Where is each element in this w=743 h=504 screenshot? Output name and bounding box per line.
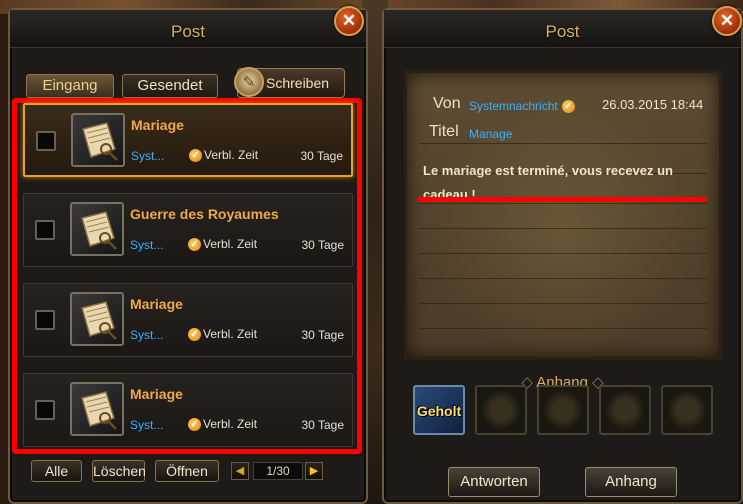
check-badge-icon: ✓ bbox=[561, 99, 575, 113]
reply-button[interactable]: Antworten bbox=[448, 467, 540, 497]
quill-scroll-icon: ✎ bbox=[234, 67, 264, 97]
scroll-letter-icon bbox=[70, 202, 124, 256]
from-value: Systemnachricht ✓ bbox=[469, 99, 577, 113]
write-button[interactable]: ✎ Schreiben bbox=[234, 67, 345, 98]
mail-date: 26.03.2015 18:44 bbox=[602, 97, 704, 112]
collected-label: Geholt bbox=[416, 403, 462, 419]
attachment-slot[interactable] bbox=[661, 385, 713, 435]
mail-time-remaining: ✓ Verbl. Zeit bbox=[189, 148, 258, 162]
highlight-underline bbox=[417, 197, 707, 202]
ruled-line bbox=[419, 228, 707, 229]
attachment-slot[interactable] bbox=[475, 385, 527, 435]
ruled-line bbox=[419, 303, 707, 304]
mail-days: 30 Tage bbox=[301, 418, 345, 432]
check-badge-icon: ✓ bbox=[189, 148, 202, 162]
mail-item[interactable]: Mariage Syst... ✓ Verbl. Zeit 30 Tage bbox=[23, 373, 353, 447]
title-label: Titel bbox=[429, 123, 459, 140]
mail-title: Mariage bbox=[130, 296, 183, 312]
mail-time-label: Verbl. Zeit bbox=[203, 417, 258, 431]
delete-button[interactable]: Löschen bbox=[92, 460, 146, 482]
panel-header: Post bbox=[10, 10, 366, 48]
from-label: Von bbox=[433, 95, 461, 112]
mail-days: 30 Tage bbox=[301, 328, 345, 342]
scroll-letter-icon bbox=[70, 382, 124, 436]
write-button-label: Schreiben bbox=[266, 75, 330, 91]
close-icon: ✕ bbox=[341, 11, 357, 30]
next-page-icon[interactable]: ▶ bbox=[305, 462, 323, 480]
mail-checkbox[interactable] bbox=[35, 220, 55, 240]
mail-title: Mariage bbox=[131, 117, 184, 133]
mail-list: Mariage Syst... ✓ Verbl. Zeit 30 Tage Gue… bbox=[12, 98, 362, 454]
ruled-line bbox=[419, 278, 707, 279]
mail-sender: Syst... bbox=[130, 418, 164, 432]
attachment-slot[interactable]: Geholt bbox=[413, 385, 465, 435]
mail-time-label: Verbl. Zeit bbox=[203, 237, 258, 251]
mail-time-remaining: ✓ Verbl. Zeit bbox=[188, 417, 257, 431]
panel-header: Post bbox=[384, 10, 741, 48]
tab-inbox[interactable]: Eingang bbox=[26, 74, 114, 98]
attachment-slot[interactable] bbox=[599, 385, 651, 435]
mail-days: 30 Tage bbox=[300, 149, 344, 163]
close-button[interactable]: ✕ bbox=[334, 6, 364, 36]
open-button[interactable]: Öffnen bbox=[155, 460, 219, 482]
ruled-line bbox=[419, 143, 707, 144]
check-badge-icon: ✓ bbox=[188, 237, 201, 251]
scroll-letter-icon bbox=[71, 113, 125, 167]
close-button[interactable]: ✕ bbox=[712, 6, 742, 36]
panel-title: Post bbox=[545, 22, 580, 41]
mail-sender: Syst... bbox=[130, 238, 164, 252]
mail-item[interactable]: Mariage Syst... ✓ Verbl. Zeit 30 Tage bbox=[23, 103, 353, 177]
mail-checkbox[interactable] bbox=[35, 400, 55, 420]
mail-sender: Syst... bbox=[130, 328, 164, 342]
attachment-slot[interactable] bbox=[537, 385, 589, 435]
message-parchment: Von Systemnachricht ✓ 26.03.2015 18:44 Ti… bbox=[404, 70, 722, 360]
check-badge-icon: ✓ bbox=[188, 327, 201, 341]
ruled-line bbox=[419, 328, 707, 329]
title-value: Manage bbox=[469, 127, 513, 141]
mail-checkbox[interactable] bbox=[36, 131, 56, 151]
tab-sent[interactable]: Gesendet bbox=[122, 74, 218, 98]
mail-time-label: Verbl. Zeit bbox=[203, 327, 258, 341]
select-all-button[interactable]: Alle bbox=[31, 460, 82, 482]
attachment-button[interactable]: Anhang bbox=[585, 467, 677, 497]
mail-days: 30 Tage bbox=[301, 238, 345, 252]
mail-item[interactable]: Mariage Syst... ✓ Verbl. Zeit 30 Tage bbox=[23, 283, 353, 357]
scroll-letter-icon bbox=[70, 292, 124, 346]
panel-title: Post bbox=[170, 22, 206, 41]
mail-title: Guerre des Royaumes bbox=[130, 206, 279, 222]
close-icon: ✕ bbox=[719, 11, 735, 30]
mail-time-remaining: ✓ Verbl. Zeit bbox=[188, 237, 257, 251]
page-indicator: 1/30 bbox=[253, 462, 303, 480]
ruled-line bbox=[419, 253, 707, 254]
mail-time-label: Verbl. Zeit bbox=[204, 148, 259, 162]
mail-title: Mariage bbox=[130, 386, 183, 402]
sender-name: Systemnachricht bbox=[469, 99, 558, 113]
prev-page-icon[interactable]: ◀ bbox=[231, 462, 249, 480]
mail-sender: Syst... bbox=[131, 149, 165, 163]
check-badge-icon: ✓ bbox=[188, 417, 201, 431]
mail-item[interactable]: Guerre des Royaumes Syst... ✓ Verbl. Zeit… bbox=[23, 193, 353, 267]
mail-checkbox[interactable] bbox=[35, 310, 55, 330]
mail-time-remaining: ✓ Verbl. Zeit bbox=[188, 327, 257, 341]
